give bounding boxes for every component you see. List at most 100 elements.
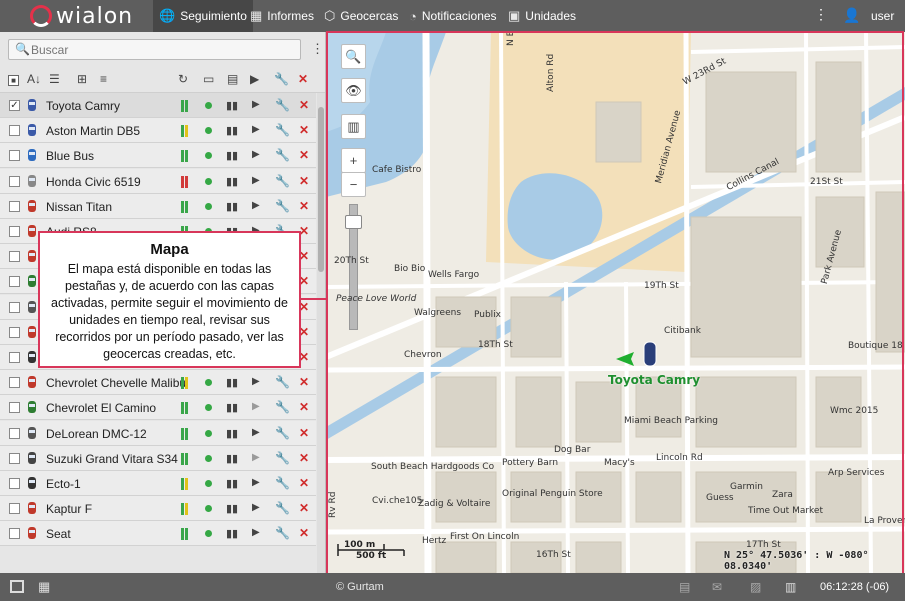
unit-checkbox[interactable]	[9, 226, 20, 237]
unit-row[interactable]: Ecto-1 ▮▮ ▶ 🔧 ✕	[0, 471, 316, 496]
unit-row[interactable]: Chevrolet Chevelle Malibu ▮▮ ▶ 🔧 ✕	[0, 370, 316, 396]
toggle-panel-icon[interactable]	[10, 580, 24, 593]
unit-checkbox[interactable]	[9, 528, 20, 540]
add-all-icon[interactable]: ≡	[100, 72, 107, 86]
wrench-icon[interactable]: 🔧	[275, 123, 290, 137]
reports-bars-icon[interactable]: ▮▮	[226, 452, 238, 465]
play-track-icon[interactable]: ▶	[252, 175, 260, 186]
unit-checkbox[interactable]	[9, 402, 20, 414]
wrench-icon[interactable]: 🔧	[275, 400, 290, 414]
mail-icon[interactable]: ✉	[712, 580, 722, 594]
remove-unit-icon[interactable]: ✕	[299, 426, 309, 440]
remove-unit-icon[interactable]: ✕	[299, 199, 309, 213]
unit-row[interactable]: Suzuki Grand Vitara S34 ▮▮ ▶ 🔧 ✕	[0, 445, 316, 471]
unit-name[interactable]: Blue Bus	[46, 149, 94, 163]
user-icon[interactable]: 👤	[843, 7, 860, 24]
wrench-icon[interactable]: 🔧	[275, 501, 290, 515]
computer-icon[interactable]: ▭	[203, 72, 214, 86]
unit-checkbox[interactable]	[9, 352, 20, 363]
zoom-slider-handle[interactable]	[345, 215, 362, 229]
remove-unit-icon[interactable]: ✕	[299, 123, 309, 137]
unit-checkbox[interactable]: ✓	[9, 100, 20, 111]
unit-checkbox[interactable]	[9, 200, 20, 212]
add-to-list-icon[interactable]: ⊞	[77, 72, 87, 86]
play-track-icon[interactable]: ▶	[252, 477, 260, 488]
image-icon[interactable]: ▨	[750, 580, 761, 594]
unit-row[interactable]: DeLorean DMC-12 ▮▮ ▶ 🔧 ✕	[0, 420, 316, 446]
wrench-icon[interactable]: 🔧	[275, 199, 290, 213]
map-layers-icon[interactable]: ▥	[341, 114, 366, 139]
play-track-icon[interactable]: ▶	[252, 502, 260, 513]
unit-name[interactable]: Nissan Titan	[46, 200, 112, 214]
wrench-icon[interactable]: 🔧	[275, 375, 290, 389]
tab-unidades[interactable]: ▣ Unidades	[502, 0, 582, 32]
unit-name[interactable]: Ecto-1	[46, 477, 81, 491]
unit-checkbox[interactable]	[9, 326, 20, 338]
unit-name[interactable]: Kaptur F	[46, 502, 92, 516]
zoom-out-button[interactable]: −	[341, 172, 366, 197]
wrench-icon[interactable]: 🔧	[275, 451, 290, 465]
remove-unit-icon[interactable]: ✕	[299, 501, 309, 515]
connection-state-icon[interactable]: ↻	[178, 72, 188, 86]
unit-name[interactable]: Chevrolet El Camino	[46, 401, 156, 415]
unit-name[interactable]: Aston Martin DB5	[46, 124, 140, 138]
zoom-in-button[interactable]: +	[341, 148, 366, 173]
unit-checkbox[interactable]	[9, 427, 20, 439]
unit-checkbox[interactable]	[9, 276, 20, 288]
reports-bars-icon[interactable]: ▮▮	[226, 376, 238, 389]
reports-bars-icon[interactable]: ▮▮	[226, 124, 238, 137]
unit-name[interactable]: Seat	[46, 527, 71, 541]
wrench-icon[interactable]: 🔧	[275, 174, 290, 188]
search-options-icon[interactable]: ⋮	[311, 41, 324, 57]
delete-all-icon[interactable]: ✕	[298, 72, 308, 86]
sort-az-icon[interactable]: A↓	[27, 72, 41, 86]
remove-unit-icon[interactable]: ✕	[299, 451, 309, 465]
unit-row[interactable]: ✓ Toyota Camry ▮▮ ▶ 🔧 ✕	[0, 93, 316, 118]
list-view-icon[interactable]: ☰	[49, 72, 60, 86]
play-track-icon[interactable]: ▶	[252, 401, 260, 412]
remove-unit-icon[interactable]: ✕	[299, 174, 309, 188]
wrench-icon[interactable]: 🔧	[275, 426, 290, 440]
reports-bars-icon[interactable]: ▮▮	[226, 200, 238, 213]
reports-bars-icon[interactable]: ▮▮	[226, 477, 238, 490]
unit-checkbox[interactable]	[9, 125, 20, 137]
play-track-icon[interactable]: ▶	[252, 452, 260, 463]
remove-unit-icon[interactable]: ✕	[299, 476, 309, 490]
unit-checkbox[interactable]	[9, 175, 20, 187]
more-menu-icon[interactable]: ⋮	[814, 6, 828, 23]
reports-column-icon[interactable]: ▤	[227, 72, 238, 86]
reports-bars-icon[interactable]: ▮▮	[226, 175, 238, 188]
wrench-icon[interactable]: 🔧	[275, 98, 290, 112]
wialon-logo[interactable]: wialon	[30, 4, 133, 29]
play-track-icon[interactable]: ▶	[252, 427, 260, 438]
unit-row[interactable]: Chevrolet El Camino ▮▮ ▶ 🔧 ✕	[0, 395, 316, 421]
scrollbar-thumb[interactable]	[318, 107, 324, 272]
unit-checkbox[interactable]	[9, 503, 20, 515]
unit-name[interactable]: Toyota Camry	[46, 99, 120, 113]
select-all-checkbox[interactable]: ■	[8, 75, 19, 86]
map-search-icon[interactable]: 🔍	[341, 44, 366, 69]
unit-checkbox[interactable]	[9, 452, 20, 464]
unit-map-label[interactable]: Toyota Camry	[608, 373, 700, 387]
tab-notificaciones[interactable]: ◔ Notificaciones	[403, 0, 503, 32]
unit-row[interactable]: Honda Civic 6519 ▮▮ ▶ 🔧 ✕	[0, 168, 316, 194]
remove-unit-icon[interactable]: ✕	[299, 148, 309, 162]
list-scrollbar[interactable]	[317, 93, 325, 573]
search-box[interactable]: 🔍	[8, 39, 301, 60]
map-area[interactable]: 🔍 👁 ▥ + − N Bay Rd Alton Rd W 23Rd St Me…	[326, 32, 905, 573]
properties-column-icon[interactable]: 🔧	[274, 72, 289, 86]
unit-name[interactable]: Suzuki Grand Vitara S34	[46, 452, 178, 466]
unit-row[interactable]: Nissan Titan ▮▮ ▶ 🔧 ✕	[0, 193, 316, 219]
unit-checkbox[interactable]	[9, 251, 20, 263]
apps-grid-icon[interactable]: ▦	[38, 579, 50, 595]
unit-row[interactable]: Seat ▮▮ ▶ 🔧 ✕	[0, 521, 316, 547]
play-track-icon[interactable]: ▶	[252, 99, 260, 110]
remove-unit-icon[interactable]: ✕	[299, 526, 309, 540]
unit-name[interactable]: Chevrolet Chevelle Malibu	[46, 376, 186, 390]
log-icon[interactable]: ▥	[785, 580, 796, 594]
unit-row[interactable]: Blue Bus ▮▮ ▶ 🔧 ✕	[0, 143, 316, 169]
tab-seguimiento[interactable]: 🌐 Seguimiento	[153, 0, 253, 32]
play-track-icon[interactable]: ▶	[252, 149, 260, 160]
unit-checkbox[interactable]	[9, 150, 20, 162]
user-name[interactable]: user	[871, 9, 894, 23]
